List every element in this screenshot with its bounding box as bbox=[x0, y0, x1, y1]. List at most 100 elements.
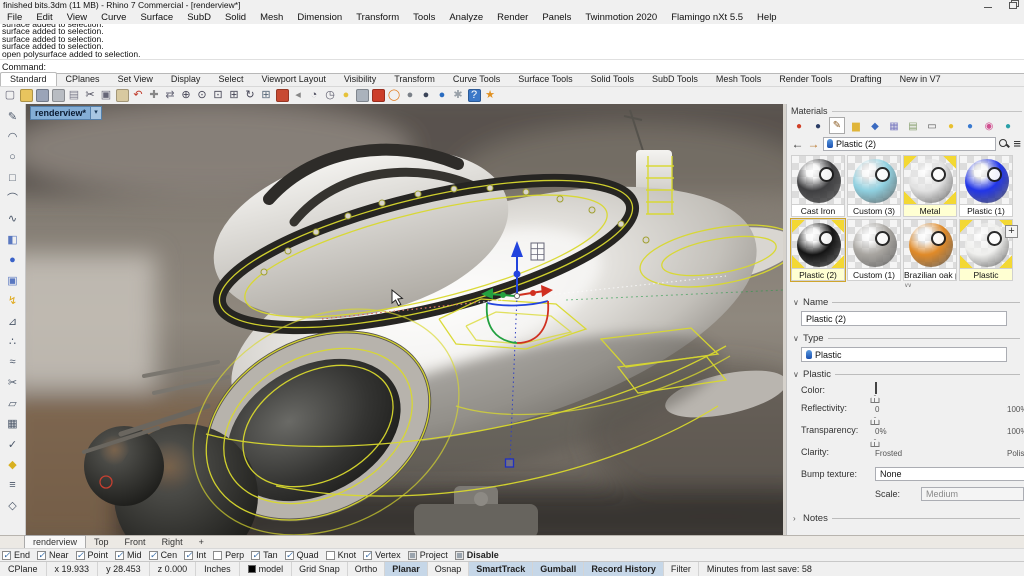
osnap-checkbox[interactable]: End bbox=[2, 550, 30, 560]
status-toggle[interactable]: Ortho bbox=[348, 562, 386, 576]
diamond-icon[interactable]: ◇ bbox=[3, 496, 23, 517]
libraries-tab-icon[interactable]: ▆ bbox=[848, 119, 864, 134]
osnap-checkbox[interactable]: Perp bbox=[213, 550, 244, 560]
shield-icon[interactable] bbox=[372, 89, 385, 102]
toolbar-tab[interactable]: Set View bbox=[109, 73, 162, 86]
new-viewport-tab[interactable]: + bbox=[191, 536, 212, 548]
viewport[interactable]: renderview* ▾ bbox=[26, 104, 783, 535]
undo-icon[interactable]: ↶ bbox=[132, 89, 145, 102]
viewport-title-label[interactable]: renderview* bbox=[30, 106, 91, 120]
viewport-canvas[interactable] bbox=[26, 104, 783, 535]
osnap-checkbox[interactable]: Vertex bbox=[363, 550, 401, 560]
menu-item[interactable]: Help bbox=[750, 11, 784, 24]
status-field[interactable]: z 0.000 bbox=[150, 562, 197, 576]
toolbar-tab[interactable]: Mesh Tools bbox=[707, 73, 770, 86]
checkbox[interactable] bbox=[149, 551, 158, 560]
toolbar-tab[interactable]: Solid Tools bbox=[582, 73, 643, 86]
viewport-tab-front[interactable]: Front bbox=[117, 536, 154, 548]
status-toggle[interactable]: Grid Snap bbox=[292, 562, 348, 576]
Brazilian oak po...[interactable]: Brazilian oak po... bbox=[903, 219, 957, 281]
Plastic (2)[interactable]: Plastic (2) bbox=[791, 219, 845, 281]
texture-tab-icon[interactable]: ▦ bbox=[886, 119, 902, 134]
viewport-layout-icon[interactable]: ⊞ bbox=[260, 89, 273, 102]
command-prompt[interactable]: Command: bbox=[0, 60, 1024, 74]
osnap-checkbox[interactable]: Disable bbox=[455, 550, 499, 560]
save-icon[interactable] bbox=[36, 89, 49, 102]
Cast Iron[interactable]: Cast Iron bbox=[791, 155, 845, 217]
search-icon[interactable] bbox=[999, 139, 1009, 149]
copy-icon[interactable]: ▣ bbox=[100, 89, 113, 102]
clarity-slider[interactable]: Frosted Polished bbox=[875, 445, 1024, 461]
sphere-gray-icon[interactable]: ● bbox=[404, 89, 417, 102]
viewport-tab-renderview[interactable]: renderview bbox=[24, 535, 86, 548]
environment-tab-icon[interactable]: ● bbox=[1000, 119, 1016, 134]
checkbox[interactable] bbox=[213, 551, 222, 560]
freeform-curve-icon[interactable]: ∿ bbox=[3, 209, 23, 230]
gumball-extension-handle[interactable] bbox=[506, 459, 514, 467]
scale-icon[interactable]: ▱ bbox=[3, 393, 23, 414]
checkbox[interactable] bbox=[2, 551, 11, 560]
new-file-icon[interactable]: ▢ bbox=[4, 89, 17, 102]
toolbar-tab[interactable]: Transform bbox=[385, 73, 444, 86]
osnap-checkbox[interactable]: Tan bbox=[251, 550, 278, 560]
gumball-tool-icon[interactable]: ◆ bbox=[3, 455, 23, 476]
menu-item[interactable]: SubD bbox=[180, 11, 218, 24]
panel-menu-icon[interactable]: ≡ bbox=[1013, 139, 1021, 149]
menu-item[interactable]: View bbox=[60, 11, 94, 24]
extrude-icon[interactable]: ⊿ bbox=[3, 311, 23, 332]
open-file-icon[interactable] bbox=[20, 89, 33, 102]
toolbar-tab[interactable]: SubD Tools bbox=[643, 73, 707, 86]
notes-section-header[interactable]: › Notes bbox=[793, 513, 1020, 524]
status-toggle[interactable]: Filter bbox=[664, 562, 699, 576]
surface-icon[interactable]: ◧ bbox=[3, 229, 23, 250]
explode-icon[interactable]: ↯ bbox=[3, 291, 23, 312]
transparency-slider[interactable]: 0% 100% bbox=[875, 423, 1024, 439]
menu-item[interactable]: Flamingo nXt 5.5 bbox=[664, 11, 750, 24]
bump-texture-dropdown[interactable]: None bbox=[875, 467, 1024, 481]
zoom-window-icon[interactable]: ⊡ bbox=[212, 89, 225, 102]
gumball-origin[interactable] bbox=[515, 294, 520, 299]
pan-view-icon[interactable]: ◂ bbox=[292, 89, 305, 102]
scale-dropdown[interactable]: Medium bbox=[921, 487, 1024, 501]
checkbox[interactable] bbox=[184, 551, 193, 560]
toolbar-tab[interactable]: Visibility bbox=[335, 73, 385, 86]
name-section-header[interactable]: ∨ Name bbox=[793, 297, 1020, 308]
toolbar-tab[interactable]: Drafting bbox=[841, 73, 891, 86]
solid-box-icon[interactable]: ▣ bbox=[3, 270, 23, 291]
trim-icon[interactable]: ✂ bbox=[3, 373, 23, 394]
check-icon[interactable]: ✓ bbox=[3, 434, 23, 455]
gears-icon[interactable]: ✱ bbox=[452, 89, 465, 102]
menu-item[interactable]: Analyze bbox=[442, 11, 490, 24]
type-section-header[interactable]: ∨ Type bbox=[793, 333, 1020, 344]
osnap-checkbox[interactable]: Project bbox=[408, 550, 448, 560]
menu-item[interactable]: Panels bbox=[535, 11, 578, 24]
pan-hand-icon[interactable]: ✚ bbox=[148, 89, 161, 102]
points-icon[interactable]: ∴ bbox=[3, 332, 23, 353]
paste-icon[interactable] bbox=[116, 89, 129, 102]
notifications-tab-icon[interactable]: ● bbox=[962, 119, 978, 134]
status-toggle[interactable]: Osnap bbox=[428, 562, 470, 576]
properties-tab-icon[interactable]: ● bbox=[791, 119, 807, 134]
plastic-section-header[interactable]: ∨ Plastic bbox=[793, 369, 1020, 380]
lock-icon[interactable] bbox=[356, 89, 369, 102]
zoom-extents-icon[interactable]: ⊞ bbox=[228, 89, 241, 102]
rotate-view-icon[interactable]: ↻ bbox=[244, 89, 257, 102]
viewport-title-dropdown[interactable]: ▾ bbox=[91, 106, 102, 120]
checkbox[interactable] bbox=[285, 551, 294, 560]
checkbox[interactable] bbox=[37, 551, 46, 560]
properties-icon[interactable]: ▤ bbox=[68, 89, 81, 102]
toolbar-tab[interactable]: Standard bbox=[0, 72, 57, 86]
checkbox[interactable] bbox=[363, 551, 372, 560]
osnap-checkbox[interactable]: Near bbox=[37, 550, 69, 560]
restore-button[interactable] bbox=[1009, 2, 1018, 9]
toolbar-tab[interactable]: New in V7 bbox=[891, 73, 950, 86]
rectangle-icon[interactable]: □ bbox=[3, 168, 23, 189]
Metal[interactable]: Metal bbox=[903, 155, 957, 217]
viewport-tab-top[interactable]: Top bbox=[86, 536, 117, 548]
flamingo-icon[interactable]: ★ bbox=[484, 89, 497, 102]
circle-icon[interactable]: ○ bbox=[3, 147, 23, 168]
back-arrow-icon[interactable]: ← bbox=[791, 138, 804, 150]
material-name-input[interactable]: Plastic (2) bbox=[801, 311, 1007, 326]
status-field[interactable]: model bbox=[240, 562, 293, 576]
object-tab-icon[interactable]: ◆ bbox=[867, 119, 883, 134]
